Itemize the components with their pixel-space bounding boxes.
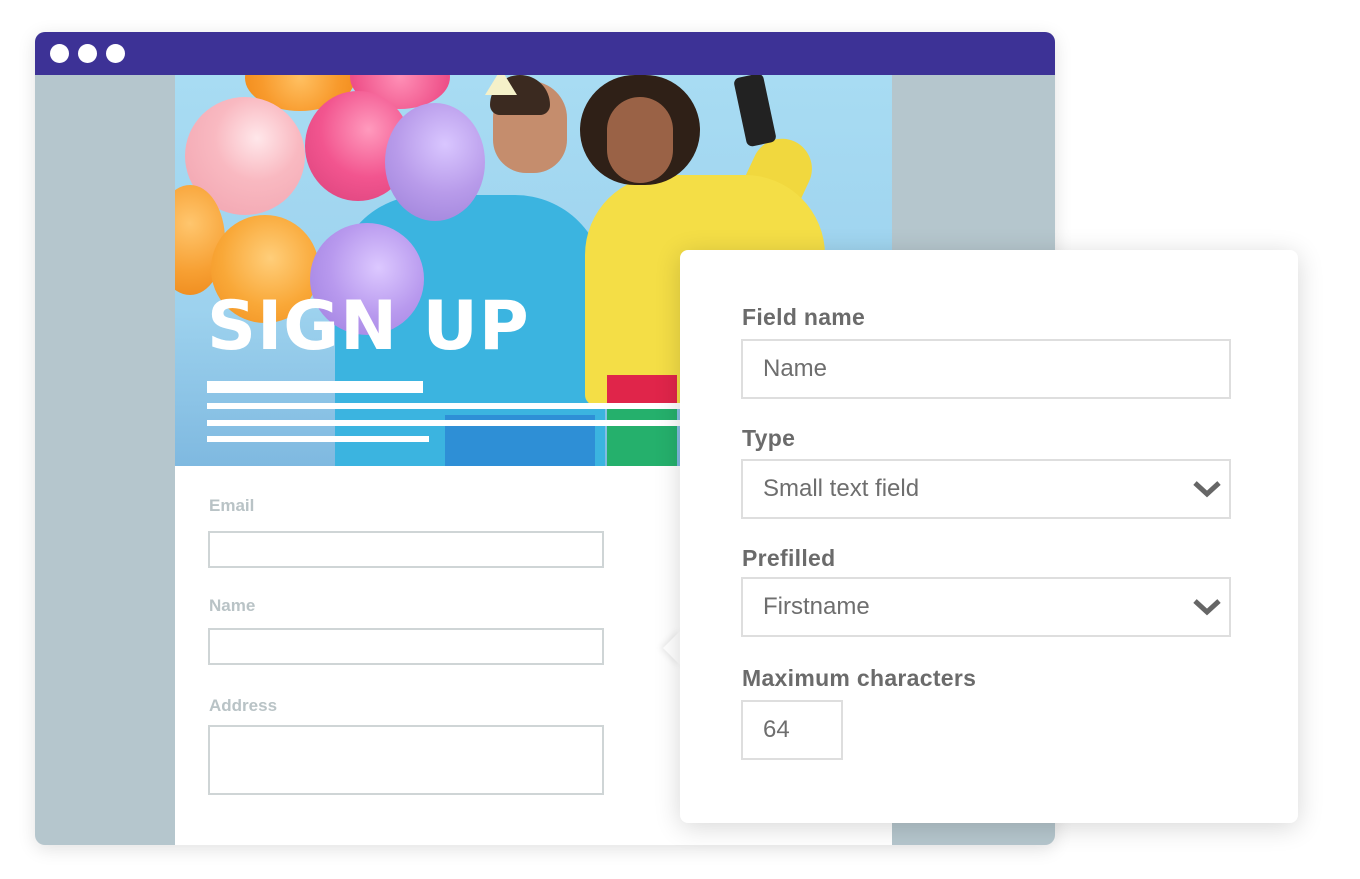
type-value: Small text field <box>763 475 920 502</box>
prefilled-value: Firstname <box>763 593 870 620</box>
field-name-value: Name <box>763 355 828 382</box>
placeholder-line <box>207 436 429 442</box>
email-input[interactable] <box>208 531 604 568</box>
type-select[interactable]: Small text field <box>741 459 1231 519</box>
placeholder-line <box>207 420 707 426</box>
signup-title: SIGN UP <box>207 287 530 366</box>
prefilled-select[interactable]: Firstname <box>741 577 1231 637</box>
max-characters-label: Maximum characters <box>742 665 977 691</box>
chevron-down-icon[interactable] <box>1185 597 1229 617</box>
window-dot-close[interactable] <box>50 44 69 63</box>
max-characters-value: 64 <box>763 716 790 743</box>
placeholder-line <box>207 403 707 409</box>
window-dot-minimize[interactable] <box>78 44 97 63</box>
max-characters-input[interactable]: 64 <box>741 700 843 760</box>
balloon <box>385 103 485 221</box>
woman-pants <box>607 405 677 466</box>
woman-face <box>607 97 673 183</box>
email-label: Email <box>209 496 255 515</box>
popover-arrow <box>663 630 681 666</box>
phone <box>733 75 777 148</box>
name-input[interactable] <box>208 628 604 665</box>
prefilled-label: Prefilled <box>742 545 836 571</box>
field-name-input[interactable]: Name <box>741 339 1231 399</box>
address-input[interactable] <box>208 725 604 795</box>
party-hat <box>485 75 517 95</box>
field-name-label: Field name <box>742 304 866 330</box>
chevron-down-icon[interactable] <box>1185 479 1229 499</box>
placeholder-line <box>207 381 423 393</box>
address-label: Address <box>209 696 278 715</box>
name-label: Name <box>209 596 256 615</box>
title-bar <box>35 32 1055 75</box>
field-settings-popover: Field name Name Type Small text field Pr… <box>680 250 1298 823</box>
window-dot-maximize[interactable] <box>106 44 125 63</box>
type-label: Type <box>742 425 796 451</box>
